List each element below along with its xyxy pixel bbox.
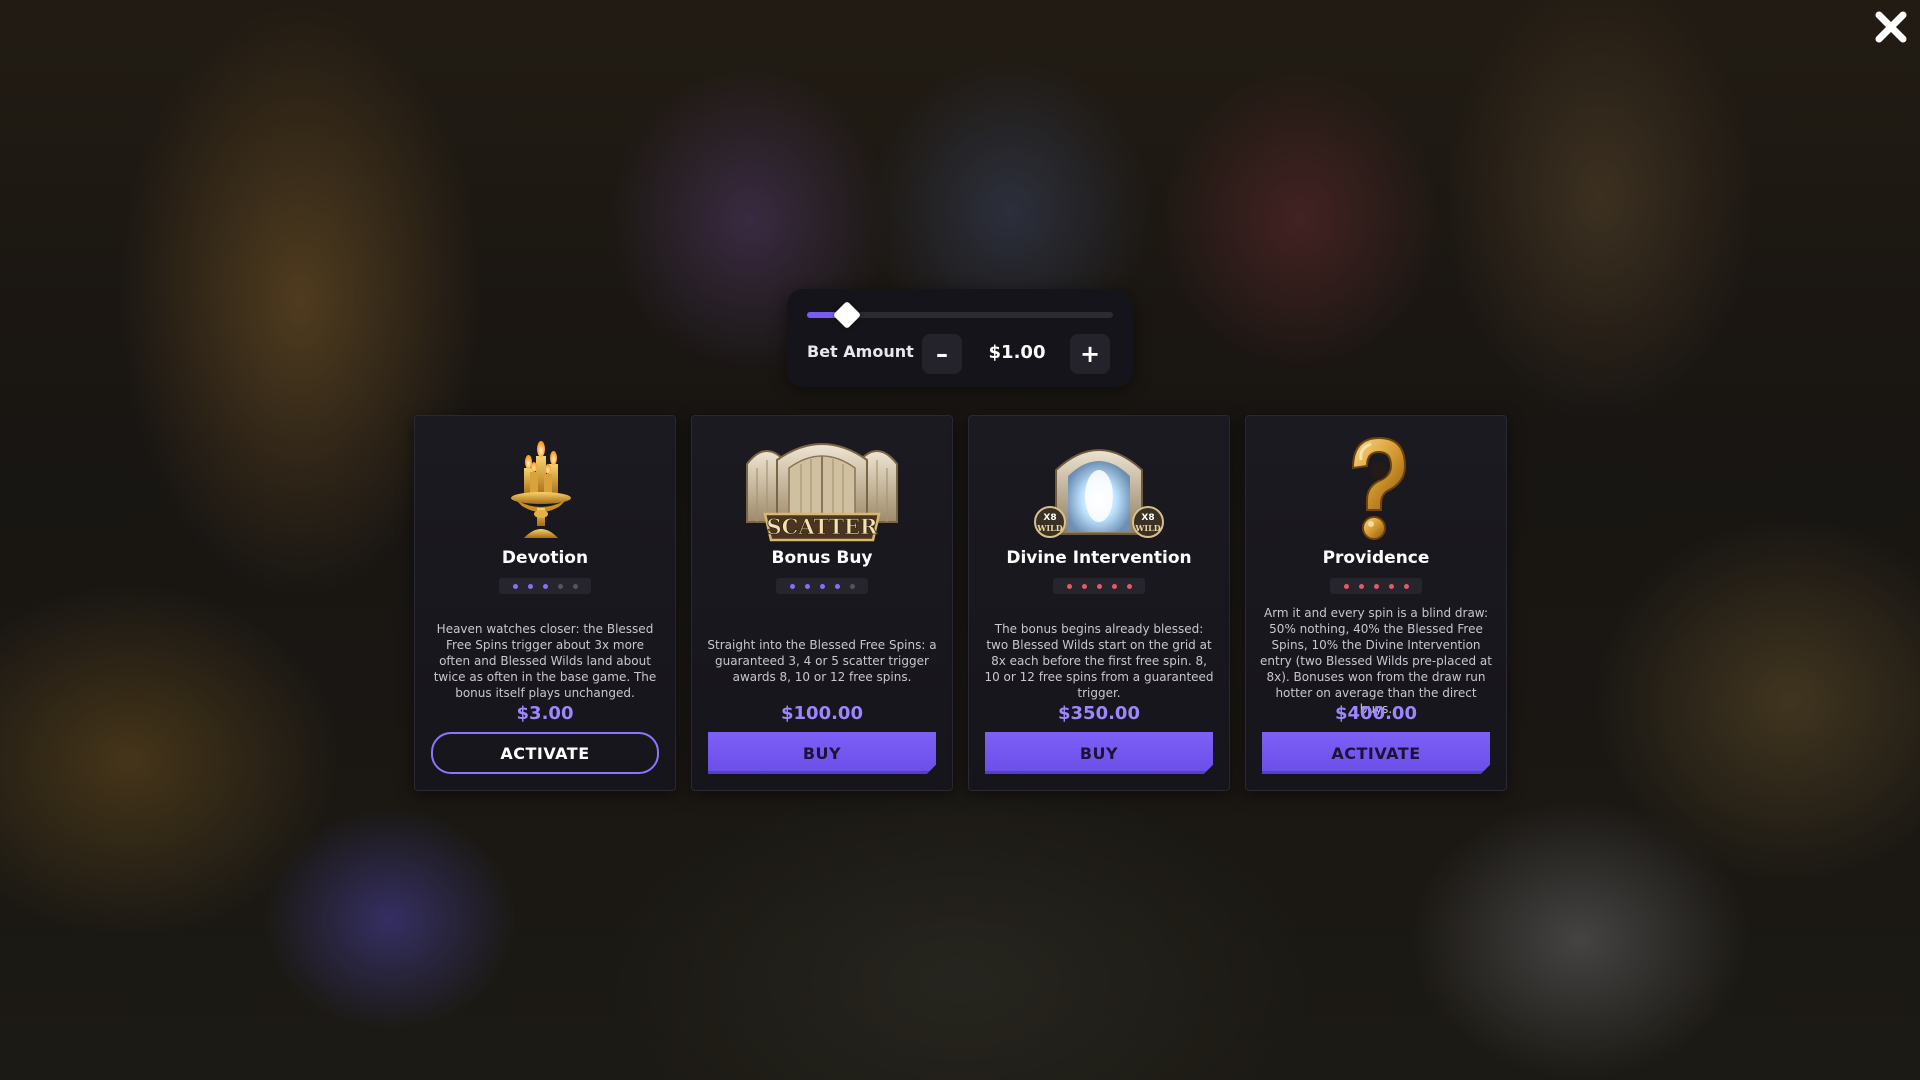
rating-dot bbox=[1081, 583, 1087, 589]
close-icon bbox=[1875, 11, 1907, 43]
wild-multiplier-text: X8 bbox=[1141, 513, 1154, 523]
rating-dot bbox=[849, 583, 855, 589]
rating-dot bbox=[1066, 583, 1072, 589]
rating-dot bbox=[804, 583, 810, 589]
rating-dots bbox=[776, 578, 868, 594]
card-price: $3.00 bbox=[516, 703, 574, 724]
card-price: $350.00 bbox=[1058, 703, 1140, 724]
scatter-text: SCATTER bbox=[767, 514, 879, 539]
wild-label-text: WILD bbox=[1134, 523, 1160, 533]
card-title: Divine Intervention bbox=[1006, 548, 1192, 568]
bet-amount-value: $1.00 bbox=[988, 342, 1046, 363]
rating-dot bbox=[1358, 583, 1364, 589]
bet-slider-thumb[interactable] bbox=[832, 300, 861, 330]
decrease-bet-button[interactable]: – bbox=[922, 334, 962, 374]
card-title: Devotion bbox=[501, 548, 589, 568]
card-description: Straight into the Blessed Free Spins: a … bbox=[707, 638, 937, 684]
card-description: The bonus begins already blessed: two Bl… bbox=[984, 622, 1214, 700]
bet-panel: Bet Amount – $1.00 + bbox=[787, 289, 1133, 387]
activate-providence-button[interactable]: ACTIVATE bbox=[1262, 732, 1490, 774]
card-title: Bonus Buy bbox=[771, 548, 873, 568]
rating-dot bbox=[1111, 583, 1117, 589]
bonus-card-providence: Providence Arm it and every spin is a bl… bbox=[1245, 415, 1507, 791]
rating-dots bbox=[1330, 578, 1422, 594]
rating-dot bbox=[819, 583, 825, 589]
wild-label-text: WILD bbox=[1036, 523, 1062, 533]
rating-dot bbox=[1388, 583, 1394, 589]
scatter-gates-icon: SCATTER bbox=[737, 434, 907, 542]
question-mark-icon bbox=[1291, 434, 1461, 542]
bonus-card-bonus-buy: SCATTER Bonus Buy Straight into the Bles… bbox=[691, 415, 953, 791]
increase-bet-button[interactable]: + bbox=[1070, 334, 1110, 374]
bonus-card-devotion: Devotion Heaven watches closer: the Bles… bbox=[414, 415, 676, 791]
bet-slider[interactable] bbox=[807, 300, 1113, 330]
rating-dot bbox=[834, 583, 840, 589]
wild-multiplier-text: X8 bbox=[1043, 513, 1056, 523]
game-background: Bet Amount – $1.00 + Devotion Heaven wat… bbox=[0, 0, 1920, 1080]
rating-dots bbox=[1053, 578, 1145, 594]
rating-dot bbox=[1096, 583, 1102, 589]
activate-devotion-button[interactable]: ACTIVATE bbox=[431, 732, 659, 774]
buy-divine-intervention-button[interactable]: BUY bbox=[985, 732, 1213, 774]
card-price: $400.00 bbox=[1335, 703, 1417, 724]
rating-dot bbox=[572, 583, 578, 589]
rating-dot bbox=[557, 583, 563, 589]
rating-dots bbox=[499, 578, 591, 594]
rating-dot bbox=[1343, 583, 1349, 589]
close-button[interactable] bbox=[1874, 10, 1908, 44]
rating-dot bbox=[527, 583, 533, 589]
card-description: Heaven watches closer: the Blessed Free … bbox=[433, 622, 657, 700]
bet-amount-label: Bet Amount bbox=[807, 342, 914, 361]
bonus-card-divine-intervention: X8 WILD X8 WILD Divine Intervention The … bbox=[968, 415, 1230, 791]
rating-dot bbox=[512, 583, 518, 589]
rating-dot bbox=[789, 583, 795, 589]
buy-bonus-button[interactable]: BUY bbox=[708, 732, 936, 774]
rating-dot bbox=[542, 583, 548, 589]
portal-wild-icon: X8 WILD X8 WILD bbox=[1014, 434, 1184, 542]
rating-dot bbox=[1403, 583, 1409, 589]
rating-dot bbox=[1373, 583, 1379, 589]
card-price: $100.00 bbox=[781, 703, 863, 724]
candelabra-icon bbox=[460, 434, 630, 542]
card-description: Arm it and every spin is a blind draw: 5… bbox=[1260, 606, 1492, 716]
rating-dot bbox=[1126, 583, 1132, 589]
card-title: Providence bbox=[1322, 548, 1430, 568]
